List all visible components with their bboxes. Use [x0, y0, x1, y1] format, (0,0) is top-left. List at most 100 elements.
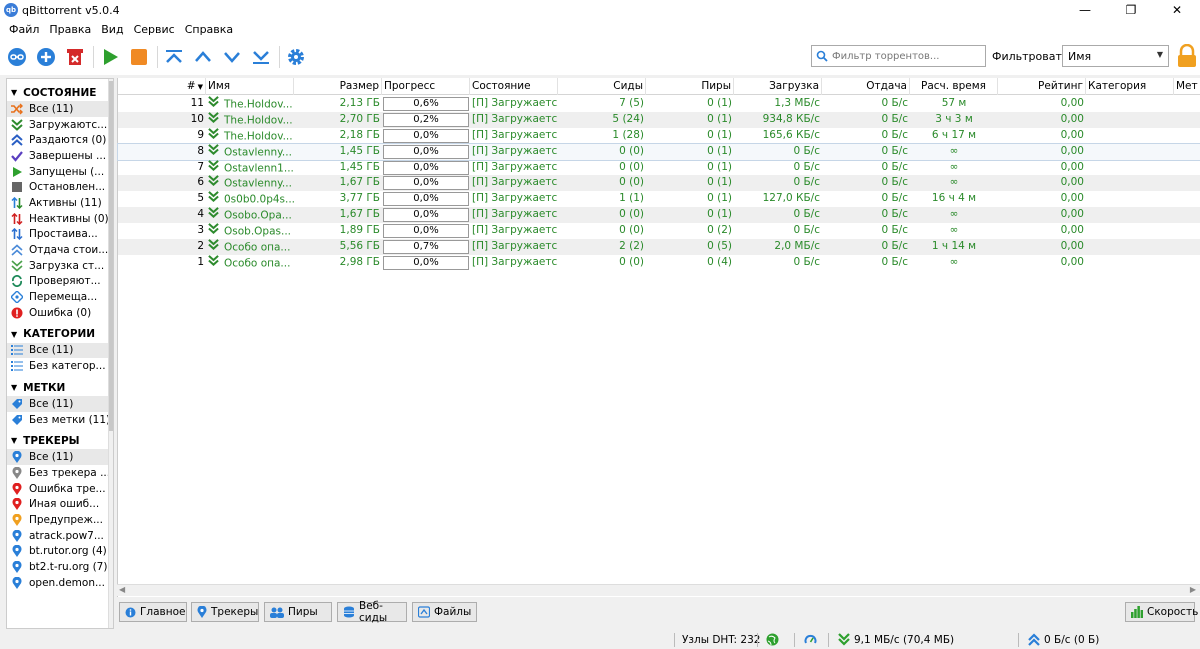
- filter-select[interactable]: Имя ▼: [1062, 45, 1169, 67]
- tab-files[interactable]: Файлы: [412, 602, 477, 622]
- sidebar-section-header[interactable]: ▼ СОСТОЯНИЕ: [7, 84, 113, 101]
- cell-peers: 0 (1): [707, 208, 732, 221]
- sidebar-item[interactable]: Без категор...: [7, 358, 113, 374]
- sidebar-item[interactable]: bt.rutor.org (4): [7, 544, 113, 560]
- delete-button[interactable]: [64, 46, 86, 68]
- header-col-number[interactable]: # ▼: [118, 78, 206, 95]
- sidebar-item[interactable]: Завершены ...: [7, 148, 113, 164]
- scroll-left-icon[interactable]: ◀: [119, 585, 125, 594]
- header-col-eta[interactable]: Расч. время: [910, 78, 998, 95]
- move-bottom-button[interactable]: [250, 46, 272, 68]
- connection-globe-icon[interactable]: [766, 633, 779, 649]
- table-row[interactable]: 8 Ostavlenny... 1,45 ГБ 0,0% [П] Загружается…: [117, 142, 1200, 161]
- list-icon: [11, 344, 23, 356]
- cell-eta: 57 м: [941, 97, 967, 109]
- header-col-peers[interactable]: Пиры: [646, 78, 734, 95]
- collapse-triangle-icon[interactable]: ▼: [11, 330, 17, 339]
- tab-peers[interactable]: Пиры: [264, 602, 332, 622]
- sidebar-item[interactable]: Все (11): [7, 101, 113, 117]
- sidebar-section-header[interactable]: ▼ КАТЕГОРИИ: [7, 326, 113, 343]
- menu-view[interactable]: Вид: [96, 23, 128, 36]
- cell-name: Ostavlenn1...: [206, 159, 294, 176]
- speed-limit-icon[interactable]: [804, 633, 817, 649]
- sidebar-item[interactable]: Запущены (...: [7, 164, 113, 180]
- menu-edit[interactable]: Правка: [44, 23, 96, 36]
- header-col-name[interactable]: Имя: [206, 78, 294, 95]
- table-row[interactable]: 10 The.Holdov... 2,70 ГБ 0,2% [П] Загружаетс…: [118, 111, 1200, 128]
- tab-trackers[interactable]: Трекеры: [191, 602, 259, 622]
- header-col-seeds[interactable]: Сиды: [558, 78, 646, 95]
- table-row[interactable]: 7 Ostavlenn1... 1,45 ГБ 0,0% [П] Загружается…: [118, 159, 1200, 176]
- sidebar-item[interactable]: Ошибка тре...: [7, 481, 113, 497]
- sidebar-item[interactable]: atrack.pow7...: [7, 528, 113, 544]
- move-down-button[interactable]: [221, 46, 243, 68]
- table-row[interactable]: 3 Osob.Opas... 1,89 ГБ 0,0% [П] Загружается 0…: [118, 223, 1200, 239]
- table-row[interactable]: 11 The.Holdov... 2,13 ГБ 0,6% [П] Загружаетс…: [118, 96, 1200, 112]
- header-col-size[interactable]: Размер: [294, 78, 382, 95]
- add-link-button[interactable]: [6, 46, 28, 68]
- sidebar-item[interactable]: Отдача стои...: [7, 242, 113, 258]
- table-row[interactable]: 2 Особо опа... 5,56 ГБ 0,7% [П] Загружается 2…: [118, 239, 1200, 255]
- start-button[interactable]: [99, 46, 121, 68]
- add-torrent-button[interactable]: [35, 46, 57, 68]
- sidebar-item[interactable]: bt2.t-ru.org (7): [7, 559, 113, 575]
- sidebar-item[interactable]: Активны (11): [7, 195, 113, 211]
- maximize-button[interactable]: ❐: [1108, 0, 1154, 20]
- header-col-download[interactable]: Загрузка: [734, 78, 822, 95]
- speed-button[interactable]: Скорость: [1125, 602, 1198, 622]
- header-col-upload[interactable]: Отдача: [822, 78, 910, 95]
- tab-general[interactable]: Главное: [119, 602, 187, 622]
- sidebar-section-header[interactable]: ▼ МЕТКИ: [7, 379, 113, 396]
- sidebar-item[interactable]: Все (11): [7, 342, 113, 359]
- stop-button[interactable]: [128, 46, 150, 68]
- downloading-icon: [208, 239, 219, 255]
- sidebar-item[interactable]: Неактивны (0): [7, 211, 113, 227]
- menu-help[interactable]: Справка: [180, 23, 238, 36]
- sidebar-item[interactable]: Предупреж...: [7, 512, 113, 528]
- scroll-right-icon[interactable]: ▶: [1190, 585, 1196, 594]
- sidebar-item[interactable]: Все (11): [7, 396, 113, 412]
- table-row[interactable]: 6 Ostavlenny... 1,67 ГБ 0,0% [П] Загружается…: [118, 175, 1200, 192]
- sidebar-item[interactable]: Без метки (11): [7, 412, 113, 428]
- sidebar-item[interactable]: Иная ошиб...: [7, 496, 113, 512]
- table-row[interactable]: 1 Особо опа... 2,98 ГБ 0,0% [П] Загружается 0…: [118, 255, 1200, 271]
- minimize-button[interactable]: —: [1062, 0, 1108, 20]
- settings-button[interactable]: [285, 46, 307, 68]
- table-row[interactable]: 5 0s0b0.0p4s... 3,77 ГБ 0,0% [П] Загружается…: [118, 191, 1200, 207]
- close-button[interactable]: ✕: [1154, 0, 1200, 20]
- sidebar-item[interactable]: open.demon...: [7, 575, 113, 591]
- header-col-progress[interactable]: Прогресс: [382, 78, 470, 95]
- sidebar-item[interactable]: Ошибка (0): [7, 305, 113, 321]
- sidebar-item[interactable]: Проверяют...: [7, 274, 113, 290]
- menu-tools[interactable]: Сервис: [129, 23, 180, 36]
- move-up-button[interactable]: [192, 46, 214, 68]
- collapse-triangle-icon[interactable]: ▼: [11, 88, 17, 97]
- sidebar-scroll-thumb[interactable]: [109, 81, 113, 431]
- header-col-state[interactable]: Состояние: [470, 78, 558, 95]
- collapse-triangle-icon[interactable]: ▼: [11, 436, 17, 445]
- tab-webseeds[interactable]: Веб-сиды: [337, 600, 407, 624]
- sidebar-item[interactable]: Без трекера ...: [7, 465, 113, 481]
- menu-file[interactable]: Файл: [4, 23, 44, 36]
- sidebar-section-header[interactable]: ▼ ТРЕКЕРЫ: [7, 432, 113, 449]
- torrent-name: The.Holdov...: [224, 98, 293, 111]
- header-col-ratio[interactable]: Рейтинг: [998, 78, 1086, 95]
- table-row[interactable]: 4 Osobo.Opa... 1,67 ГБ 0,0% [П] Загружается 0…: [118, 207, 1200, 224]
- header-col-category[interactable]: Категория: [1086, 78, 1174, 95]
- lock-button[interactable]: [1176, 43, 1198, 71]
- sidebar-item[interactable]: Остановлен...: [7, 179, 113, 195]
- header-col-tags[interactable]: Мет: [1174, 78, 1200, 95]
- sidebar-item[interactable]: Простаива...: [7, 227, 113, 243]
- sidebar-item[interactable]: Загружаютс...: [7, 117, 113, 133]
- sidebar-item[interactable]: Все (11): [7, 449, 113, 466]
- search-input[interactable]: Фильтр торрентов...: [811, 45, 986, 67]
- sidebar-item[interactable]: Перемеща...: [7, 289, 113, 305]
- collapse-triangle-icon[interactable]: ▼: [11, 383, 17, 392]
- downloading-icon: [208, 112, 219, 128]
- sidebar-item[interactable]: Раздаются (0): [7, 132, 113, 148]
- table-row[interactable]: 9 The.Holdov... 2,18 ГБ 0,0% [П] Загружается…: [118, 127, 1200, 144]
- move-top-button[interactable]: [163, 46, 185, 68]
- cell-peers: 0 (4): [707, 255, 732, 268]
- horizontal-scrollbar[interactable]: ◀ ▶: [117, 584, 1200, 596]
- sidebar-item[interactable]: Загрузка ст...: [7, 258, 113, 274]
